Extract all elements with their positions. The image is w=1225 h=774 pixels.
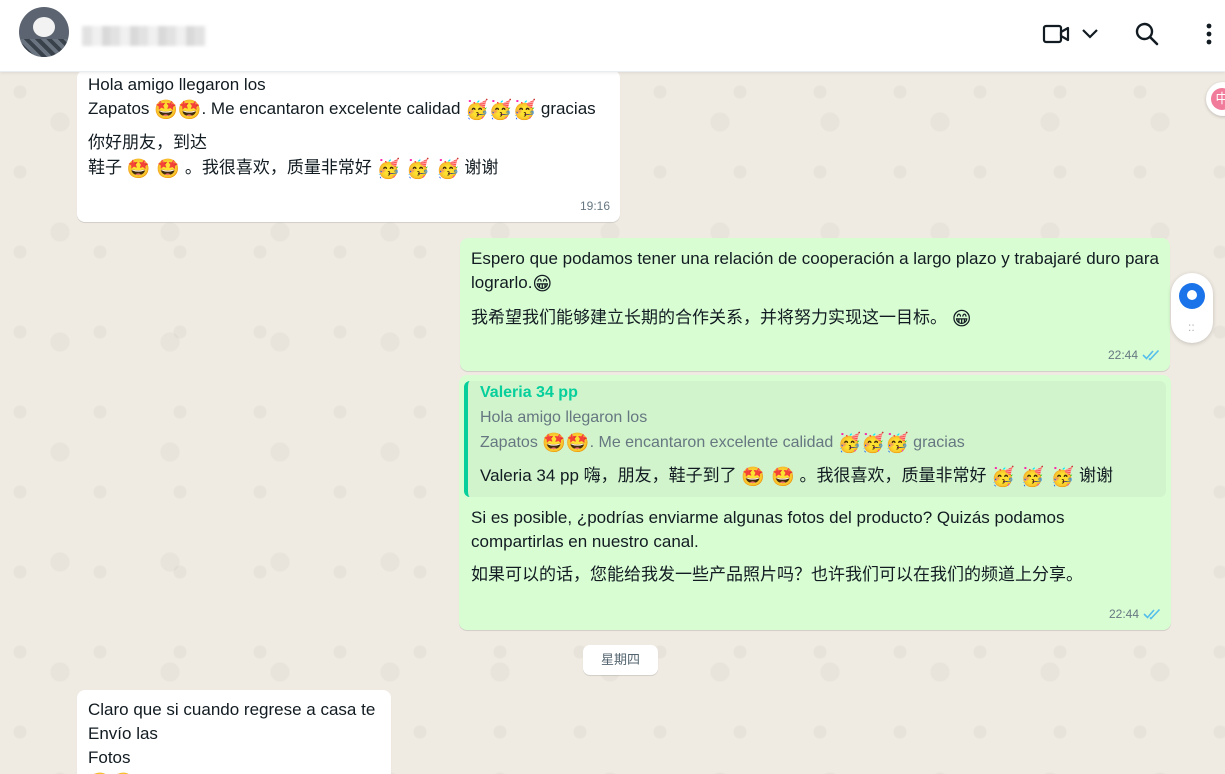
star-struck-emoji: 🤩 🤩: [126, 158, 181, 180]
message-translation: 你好朋友，到达: [88, 133, 207, 152]
star-struck-emoji: 🤩🤩: [154, 99, 202, 121]
message-text: Zapatos 🤩🤩. Me encantaron excelente cali…: [88, 99, 596, 121]
message-translation: 如果可以的话，您能给我发一些产品照片吗？也许我们可以在我们的频道上分享。: [471, 565, 1083, 584]
quote-text: Hola amigo llegaron los Zapatos 🤩🤩. Me e…: [480, 409, 965, 454]
star-struck-emoji: 🤩🤩: [542, 432, 590, 454]
menu-icon[interactable]: [1195, 20, 1223, 48]
quote-author: Valeria 34 pp: [480, 384, 578, 401]
video-call-icon[interactable]: [1042, 20, 1070, 48]
partying-face-emoji: 🥳🥳🥳: [465, 99, 537, 121]
message-bubble-outgoing-reply[interactable]: Valeria 34 pp Hola amigo llegaron los Za…: [459, 375, 1171, 630]
message-translation: 鞋子 🤩 🤩 。我很喜欢，质量非常好 🥳 🥳 🥳 谢谢: [88, 158, 499, 180]
partying-face-emoji: 🥳🥳🥳: [837, 432, 909, 454]
search-icon[interactable]: [1133, 20, 1161, 48]
quoted-message[interactable]: Valeria 34 pp Hola amigo llegaron los Za…: [464, 381, 1166, 497]
star-struck-emoji: 🤩 🤩: [741, 466, 795, 488]
grinning-face-emoji: 😁: [532, 273, 553, 295]
quote-translation: Valeria 34 pp 嗨，朋友，鞋子到了 🤩 🤩 。我很喜欢，质量非常好 …: [480, 466, 1113, 488]
floating-side-widget[interactable]: ::: [1171, 273, 1213, 343]
message-text: Espero que podamos tener una relación de…: [471, 249, 1160, 295]
contact-name-redacted[interactable]: [82, 26, 206, 46]
message-translation: 我希望我们能够建立长期的合作关系，并将努力实现这一目标。 😁: [471, 308, 972, 330]
message-emoji: 🤩🤩: [88, 770, 135, 774]
message-meta: 19:16: [580, 194, 610, 218]
message-time: 19:16: [579, 199, 610, 213]
message-time: 22:44: [1107, 348, 1138, 362]
date-divider: 星期四: [583, 645, 658, 675]
message-text: Hola amigo llegaron los: [88, 75, 266, 94]
message-text: Claro que si cuando regrese a casa te En…: [88, 700, 376, 767]
chevron-down-icon[interactable]: [1076, 20, 1104, 48]
message-bubble-outgoing[interactable]: Espero que podamos tener una relación de…: [460, 238, 1170, 371]
contact-avatar[interactable]: [19, 7, 69, 57]
message-text: Si es posible, ¿podrías enviarme algunas…: [471, 508, 1065, 551]
message-meta: 22:44: [1109, 602, 1161, 626]
message-time: 22:44: [1108, 607, 1139, 621]
chat-header: [0, 0, 1225, 72]
partying-face-emoji: 🥳 🥳 🥳: [991, 466, 1075, 488]
read-receipt-icon: [1142, 349, 1160, 361]
avatar-dog-image: [33, 17, 55, 37]
translate-icon: 中: [1211, 88, 1225, 110]
read-receipt-icon: [1143, 608, 1161, 620]
message-meta: 22:44: [1108, 343, 1160, 367]
drag-handle-icon[interactable]: ::: [1188, 321, 1195, 333]
assistant-icon[interactable]: [1179, 283, 1205, 309]
partying-face-emoji: 🥳 🥳 🥳: [376, 158, 460, 180]
message-bubble-incoming[interactable]: Claro que si cuando regrese a casa te En…: [77, 690, 391, 774]
grinning-face-emoji: 😁: [951, 308, 972, 330]
message-bubble-incoming[interactable]: Hola amigo llegaron los Zapatos 🤩🤩. Me e…: [77, 70, 620, 222]
